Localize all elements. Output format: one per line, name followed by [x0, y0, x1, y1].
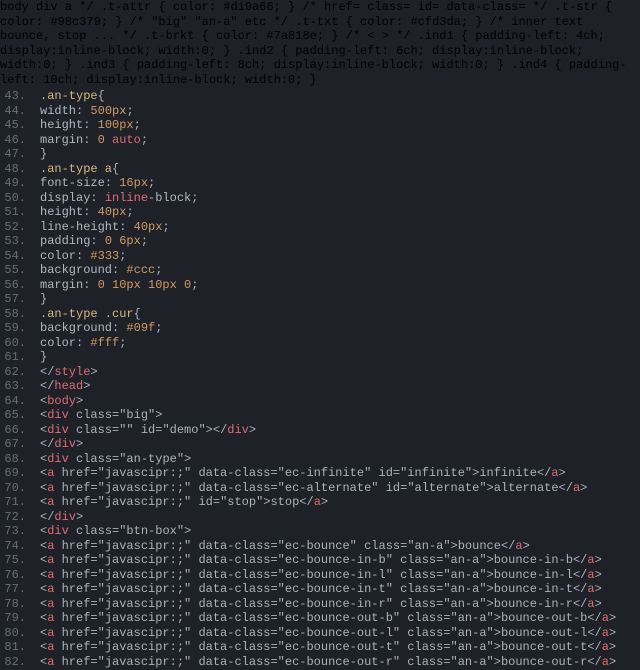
- code-line: </div>: [40, 510, 640, 525]
- code-line: <div class="btn-box">: [40, 524, 640, 539]
- line-number: 78.: [0, 597, 30, 612]
- line-number: 67.: [0, 437, 30, 452]
- code-line: font-size: 16px;: [40, 176, 640, 191]
- code-line: margin: 0 auto;: [40, 133, 640, 148]
- code-line: <a href="javascipr:;" data-class="ec-bou…: [40, 568, 640, 583]
- line-number: 49.: [0, 176, 30, 191]
- line-number: 46.: [0, 133, 30, 148]
- line-number: 73.: [0, 524, 30, 539]
- code-line: padding: 0 6px;: [40, 234, 640, 249]
- code-line: <body>: [40, 394, 640, 409]
- code-line: </style>: [40, 365, 640, 380]
- code-line: background: #ccc;: [40, 263, 640, 278]
- code-line: <a href="javascipr:;" data-class="ec-bou…: [40, 640, 640, 655]
- code-line: <a href="javascipr:;" data-class="ec-alt…: [40, 481, 640, 496]
- line-number: 50.: [0, 191, 30, 206]
- code-line: height: 100px;: [40, 118, 640, 133]
- code-line: .an-type .cur{: [40, 307, 640, 322]
- line-number: 55.: [0, 263, 30, 278]
- code-line: <a href="javascipr:;" data-class="ec-bou…: [40, 553, 640, 568]
- code-line: <a href="javascipr:;" data-class="ec-bou…: [40, 611, 640, 626]
- code-line: <a href="javascipr:;" data-class="ec-inf…: [40, 466, 640, 481]
- code-line: }: [40, 147, 640, 162]
- line-number: 81.: [0, 640, 30, 655]
- code-line: <a href="javascipr:;" id="stop">stop</a>: [40, 495, 640, 510]
- line-number: 43.: [0, 89, 30, 104]
- code-line: .an-type a{: [40, 162, 640, 177]
- code-line: margin: 0 10px 10px 0;: [40, 278, 640, 293]
- line-number: 60.: [0, 336, 30, 351]
- line-number: 71.: [0, 495, 30, 510]
- line-number: 44.: [0, 104, 30, 119]
- line-number: 70.: [0, 481, 30, 496]
- code-line: height: 40px;: [40, 205, 640, 220]
- code-line: <a href="javascipr:;" data-class="ec-bou…: [40, 539, 640, 554]
- line-number: 69.: [0, 466, 30, 481]
- line-number: 68.: [0, 452, 30, 467]
- line-number: 48.: [0, 162, 30, 177]
- line-number: 57.: [0, 292, 30, 307]
- code-line: line-height: 40px;: [40, 220, 640, 235]
- code-line: color: #333;: [40, 249, 640, 264]
- line-number: 80.: [0, 626, 30, 641]
- line-number: 66.: [0, 423, 30, 438]
- line-number: 52.: [0, 220, 30, 235]
- code-line: width: 500px;: [40, 104, 640, 119]
- line-number: 59.: [0, 321, 30, 336]
- code-line: <a href="javascipr:;" data-class="ec-bou…: [40, 655, 640, 670]
- line-number: 77.: [0, 582, 30, 597]
- line-number: 61.: [0, 350, 30, 365]
- code-line: color: #fff;: [40, 336, 640, 351]
- line-number: 62.: [0, 365, 30, 380]
- code-line: .an-type{: [40, 89, 640, 104]
- line-number: 47.: [0, 147, 30, 162]
- line-number: 82.: [0, 655, 30, 670]
- line-number: 65.: [0, 408, 30, 423]
- code-line: background: #09f;: [40, 321, 640, 336]
- line-number: 76.: [0, 568, 30, 583]
- code-line: <a href="javascipr:;" data-class="ec-bou…: [40, 582, 640, 597]
- code-line: </div>: [40, 437, 640, 452]
- line-number: 45.: [0, 118, 30, 133]
- line-number: 58.: [0, 307, 30, 322]
- code-line: </head>: [40, 379, 640, 394]
- line-number: 51.: [0, 205, 30, 220]
- line-number: 74.: [0, 539, 30, 554]
- code-line: <a href="javascipr:;" data-class="ec-bou…: [40, 597, 640, 612]
- line-number: 54.: [0, 249, 30, 264]
- line-number: 53.: [0, 234, 30, 249]
- line-number: 63.: [0, 379, 30, 394]
- code-line: <div class="big">: [40, 408, 640, 423]
- code-line: display: inline-block;: [40, 191, 640, 206]
- code-line: }: [40, 292, 640, 307]
- line-number: 64.: [0, 394, 30, 409]
- line-number: 75.: [0, 553, 30, 568]
- code-line: <div class="" id="demo"></div>: [40, 423, 640, 438]
- line-number: 56.: [0, 278, 30, 293]
- code-line: }: [40, 350, 640, 365]
- code-line: <div class="an-type">: [40, 452, 640, 467]
- line-number: 79.: [0, 611, 30, 626]
- code-line: <a href="javascipr:;" data-class="ec-bou…: [40, 626, 640, 641]
- line-number: 72.: [0, 510, 30, 525]
